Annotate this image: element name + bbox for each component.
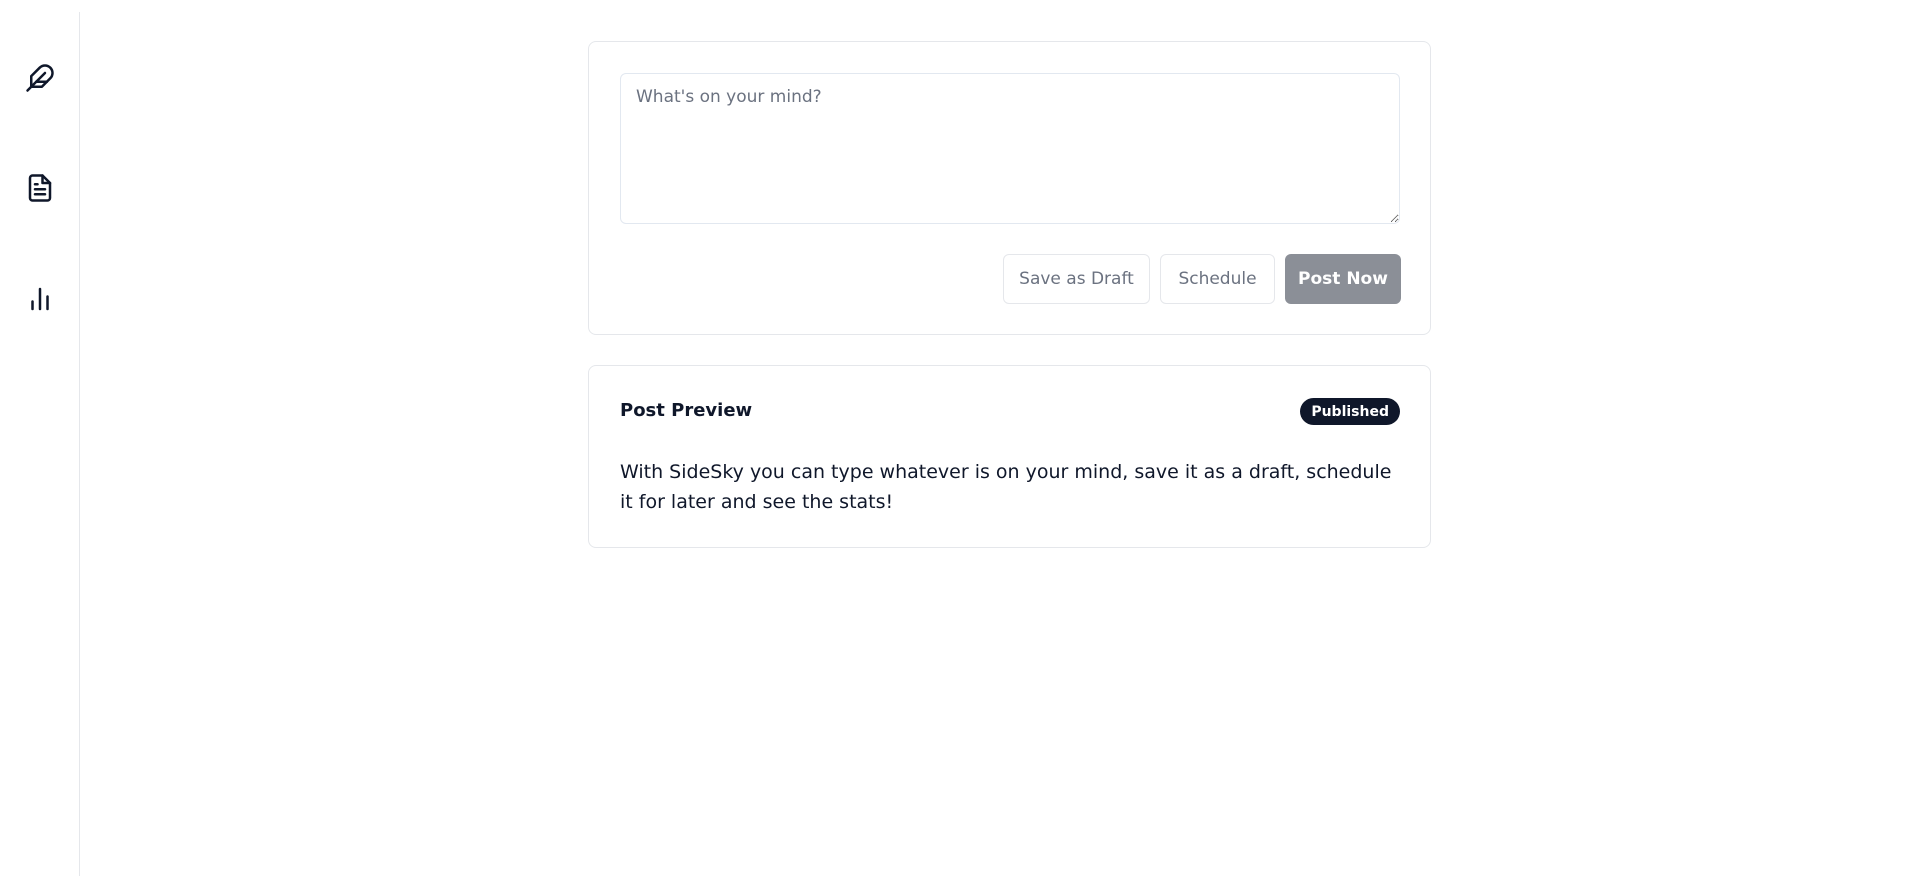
save-draft-button[interactable]: Save as Draft [1003,254,1150,304]
sidebar-item-stats[interactable] [24,283,56,315]
composer-card: Save as Draft Schedule Post Now [588,41,1431,335]
preview-title: Post Preview [620,400,753,421]
sidebar [0,12,80,876]
preview-body: With SideSky you can type whatever is on… [620,461,1392,513]
schedule-button[interactable]: Schedule [1160,254,1275,304]
post-preview-card: Post Preview Published With SideSky you … [588,365,1431,548]
feather-icon [26,64,54,92]
post-now-button[interactable]: Post Now [1285,254,1401,304]
document-icon [28,174,52,202]
status-badge: Published [1300,398,1400,425]
sidebar-item-compose[interactable] [24,62,56,94]
bar-chart-icon [31,287,49,311]
sidebar-item-drafts[interactable] [24,172,56,204]
post-input[interactable] [620,73,1400,224]
